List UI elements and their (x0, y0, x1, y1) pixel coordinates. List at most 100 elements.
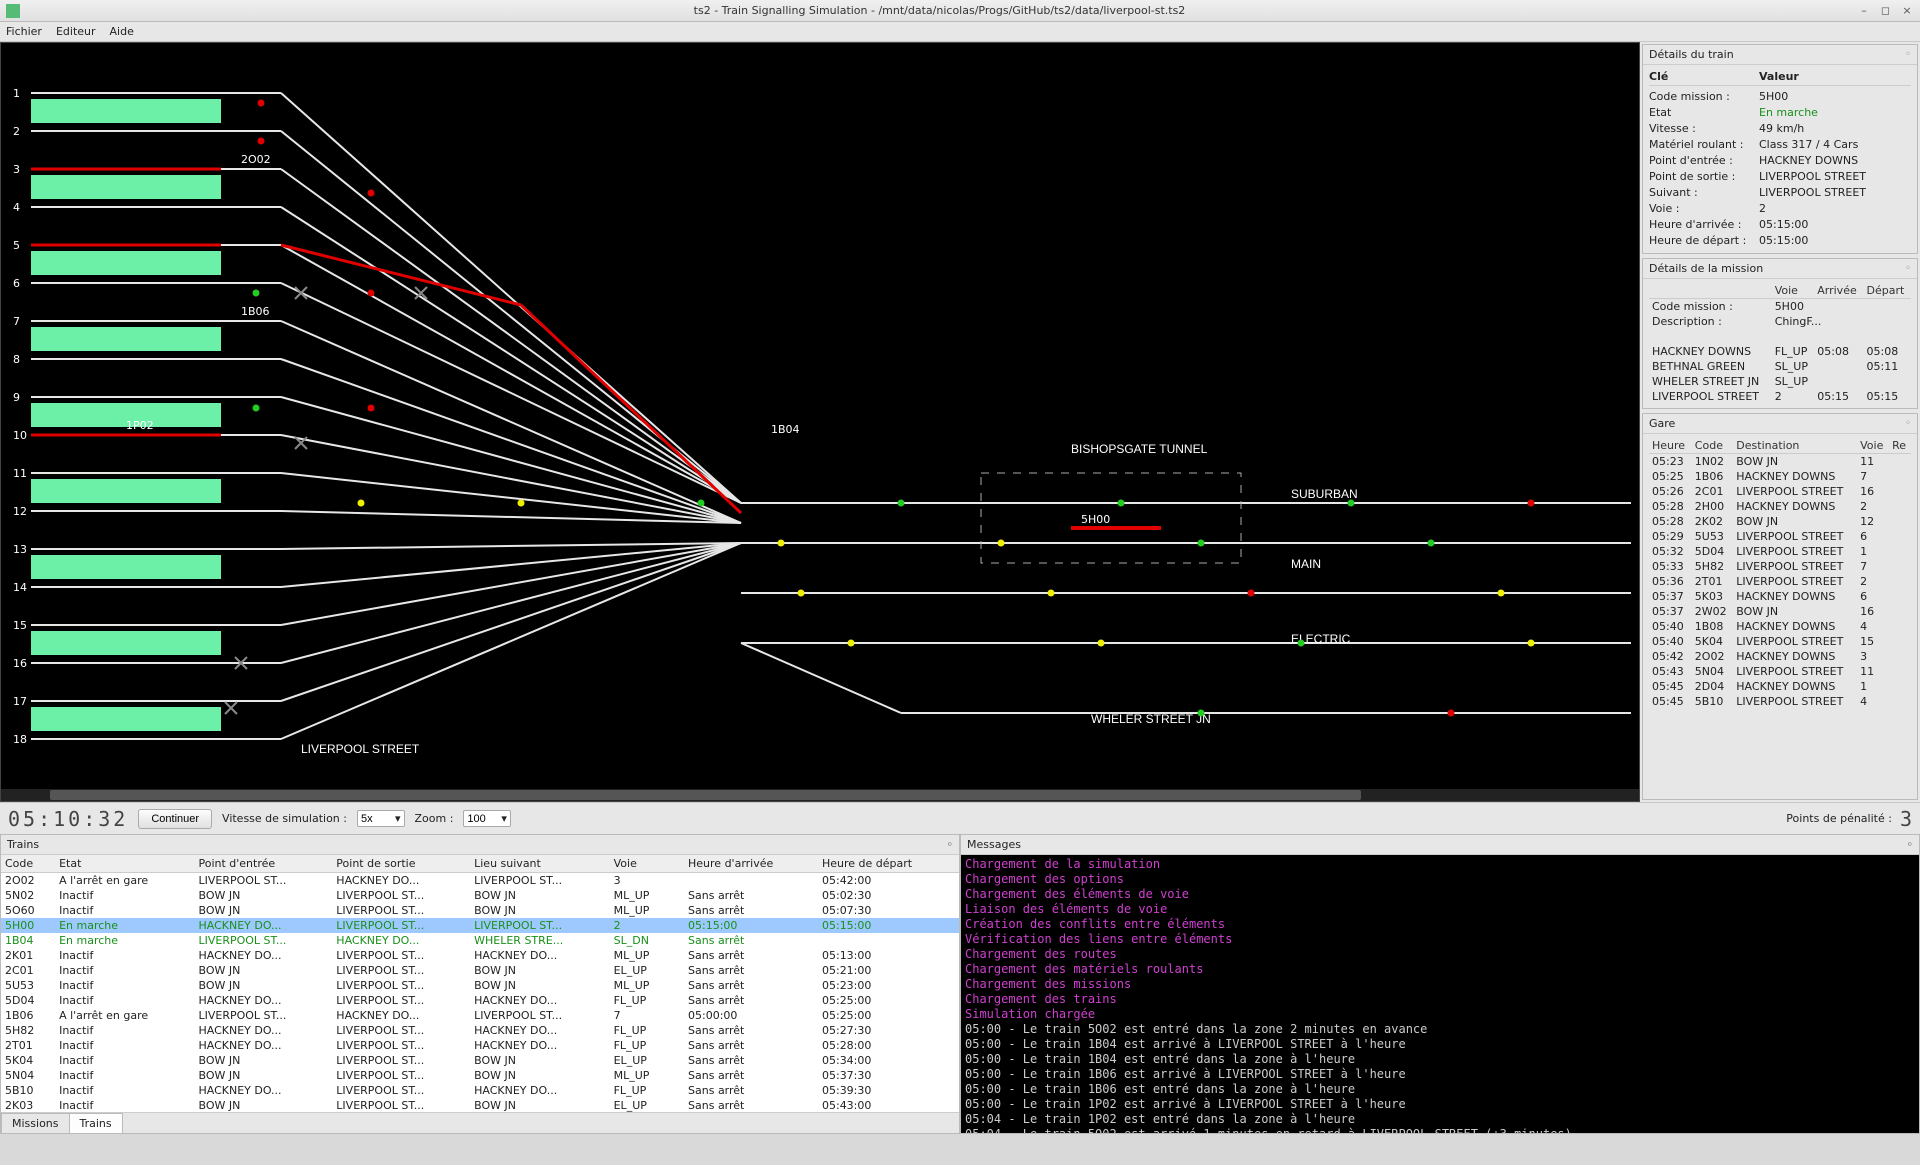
table-row[interactable]: 1B06A l'arrêt en gareLIVERPOOL ST...HACK… (1, 1008, 959, 1023)
svg-text:12: 12 (13, 505, 27, 518)
close-icon[interactable]: × (1900, 4, 1914, 17)
svg-text:1B06: 1B06 (241, 305, 270, 318)
svg-text:SUBURBAN: SUBURBAN (1291, 487, 1358, 501)
table-row[interactable]: 05:375K03HACKNEY DOWNS6 (1649, 589, 1911, 604)
table-row[interactable]: 05:372W02BOW JN16 (1649, 604, 1911, 619)
svg-text:9: 9 (13, 391, 20, 404)
penalty-label: Points de pénalité : (1786, 812, 1892, 825)
trains-panel: Trains ◦ Code Etat Point d'entrée Point d… (0, 834, 960, 1134)
svg-text:3: 3 (13, 163, 20, 176)
station-panel: Gare◦ Heure Code Destination Voie Re 05:… (1642, 413, 1918, 800)
svg-text:8: 8 (13, 353, 20, 366)
undock-icon[interactable]: ◦ (1905, 418, 1911, 429)
table-row[interactable]: 5D04InactifHACKNEY DO...LIVERPOOL ST...H… (1, 993, 959, 1008)
svg-text:18: 18 (13, 733, 27, 746)
table-row[interactable]: 05:435N04LIVERPOOL STREET11 (1649, 664, 1911, 679)
table-row[interactable]: 2K01InactifHACKNEY DO...LIVERPOOL ST...H… (1, 948, 959, 963)
undock-icon[interactable]: ◦ (1905, 263, 1911, 274)
minimize-icon[interactable]: – (1857, 4, 1871, 17)
menu-file[interactable]: Fichier (6, 25, 42, 38)
tab-trains[interactable]: Trains (69, 1113, 123, 1133)
menubar: Fichier Editeur Aide (0, 22, 1920, 42)
svg-text:LIVERPOOL STREET: LIVERPOOL STREET (301, 742, 420, 756)
table-row[interactable]: 05:405K04LIVERPOOL STREET15 (1649, 634, 1911, 649)
svg-text:4: 4 (13, 201, 20, 214)
svg-text:1B04: 1B04 (771, 423, 800, 436)
svg-text:1: 1 (13, 87, 20, 100)
station-title: Gare (1649, 417, 1675, 430)
trains-title: Trains (7, 838, 39, 851)
svg-text:15: 15 (13, 619, 27, 632)
mission-details-panel: Détails de la mission◦ VoieArrivéeDépart… (1642, 258, 1918, 409)
table-row[interactable]: 05:455B10LIVERPOOL STREET4 (1649, 694, 1911, 709)
table-row[interactable]: 2C01InactifBOW JNLIVERPOOL ST...BOW JNEL… (1, 963, 959, 978)
undock-icon[interactable]: ◦ (947, 838, 954, 851)
svg-text:WHELER STREET JN: WHELER STREET JN (1091, 712, 1211, 726)
mission-details-title: Détails de la mission (1649, 262, 1763, 275)
train-details-title: Détails du train (1649, 48, 1734, 61)
menu-editor[interactable]: Editeur (56, 25, 96, 38)
zoom-spinner[interactable]: ▾ (463, 810, 511, 827)
table-row[interactable]: 05:401B08HACKNEY DOWNS4 (1649, 619, 1911, 634)
svg-text:17: 17 (13, 695, 27, 708)
simspeed-label: Vitesse de simulation : (222, 812, 347, 825)
svg-text:BISHOPSGATE TUNNEL: BISHOPSGATE TUNNEL (1071, 442, 1208, 456)
svg-text:2: 2 (13, 125, 20, 138)
train-details-panel: Détails du train◦ CléValeur Code mission… (1642, 44, 1918, 254)
undock-icon[interactable]: ◦ (1905, 49, 1911, 60)
table-row[interactable]: 1B04En marcheLIVERPOOL ST...HACKNEY DO..… (1, 933, 959, 948)
table-row[interactable]: 5N04InactifBOW JNLIVERPOOL ST...BOW JNML… (1, 1068, 959, 1083)
sim-clock: 05:10:32 (8, 807, 128, 831)
tab-missions[interactable]: Missions (1, 1113, 70, 1133)
svg-text:16: 16 (13, 657, 27, 670)
svg-text:14: 14 (13, 581, 27, 594)
table-row[interactable]: 05:422O02HACKNEY DOWNS3 (1649, 649, 1911, 664)
trains-table[interactable]: Code Etat Point d'entrée Point de sortie… (1, 855, 959, 1112)
svg-text:11: 11 (13, 467, 27, 480)
control-bar: 05:10:32 Continuer Vitesse de simulation… (0, 802, 1920, 834)
table-row[interactable]: 5U53InactifBOW JNLIVERPOOL ST...BOW JNML… (1, 978, 959, 993)
svg-text:6: 6 (13, 277, 20, 290)
svg-text:10: 10 (13, 429, 27, 442)
svg-text:2O02: 2O02 (241, 153, 271, 166)
continue-button[interactable]: Continuer (138, 809, 212, 829)
undock-icon[interactable]: ◦ (1907, 838, 1914, 851)
window-title: ts2 - Train Signalling Simulation - /mnt… (26, 4, 1853, 17)
table-row[interactable]: 5N02InactifBOW JNLIVERPOOL ST...BOW JNML… (1, 888, 959, 903)
svg-text:13: 13 (13, 543, 27, 556)
svg-text:MAIN: MAIN (1291, 557, 1321, 571)
titlebar: ts2 - Train Signalling Simulation - /mnt… (0, 0, 1920, 22)
zoom-label: Zoom : (415, 812, 454, 825)
table-row[interactable]: 05:251B06HACKNEY DOWNS7 (1649, 469, 1911, 484)
svg-text:5H00: 5H00 (1081, 513, 1110, 526)
table-row[interactable]: 05:282K02BOW JN12 (1649, 514, 1911, 529)
table-row[interactable]: 05:452D04HACKNEY DOWNS1 (1649, 679, 1911, 694)
table-row[interactable]: 05:362T01LIVERPOOL STREET2 (1649, 574, 1911, 589)
table-row[interactable]: 5K04InactifBOW JNLIVERPOOL ST...BOW JNEL… (1, 1053, 959, 1068)
table-row[interactable]: 05:335H82LIVERPOOL STREET7 (1649, 559, 1911, 574)
track-hscrollbar[interactable] (1, 789, 1639, 801)
table-row[interactable]: 05:325D04LIVERPOOL STREET1 (1649, 544, 1911, 559)
table-row[interactable]: 5H82InactifHACKNEY DO...LIVERPOOL ST...H… (1, 1023, 959, 1038)
messages-title: Messages (967, 838, 1021, 851)
menu-help[interactable]: Aide (110, 25, 134, 38)
svg-text:1P02: 1P02 (126, 419, 154, 432)
table-row[interactable]: 2T01InactifHACKNEY DO...LIVERPOOL ST...H… (1, 1038, 959, 1053)
table-row[interactable]: 2O02A l'arrêt en gareLIVERPOOL ST...HACK… (1, 873, 959, 889)
table-row[interactable]: 05:231N02BOW JN11 (1649, 454, 1911, 470)
table-row[interactable]: 5H00En marcheHACKNEY DO...LIVERPOOL ST..… (1, 918, 959, 933)
table-row[interactable]: 5O60InactifBOW JNLIVERPOOL ST...BOW JNML… (1, 903, 959, 918)
maximize-icon[interactable]: ◻ (1879, 4, 1893, 17)
svg-text:7: 7 (13, 315, 20, 328)
table-row[interactable]: 05:282H00HACKNEY DOWNS2 (1649, 499, 1911, 514)
table-row[interactable]: 05:295U53LIVERPOOL STREET6 (1649, 529, 1911, 544)
penalty-value: 3 (1900, 807, 1912, 831)
table-row[interactable]: 2K03InactifBOW JNLIVERPOOL ST...BOW JNEL… (1, 1098, 959, 1112)
svg-text:5: 5 (13, 239, 20, 252)
app-icon (6, 4, 20, 18)
table-row[interactable]: 5B10InactifHACKNEY DO...LIVERPOOL ST...H… (1, 1083, 959, 1098)
simspeed-spinner[interactable]: ▾ (357, 810, 405, 827)
table-row[interactable]: 05:262C01LIVERPOOL STREET16 (1649, 484, 1911, 499)
track-diagram[interactable]: 1234567891011121314151617182O021B061P02S… (0, 42, 1640, 802)
messages-panel: Messages◦ Chargement de la simulationCha… (960, 834, 1920, 1134)
